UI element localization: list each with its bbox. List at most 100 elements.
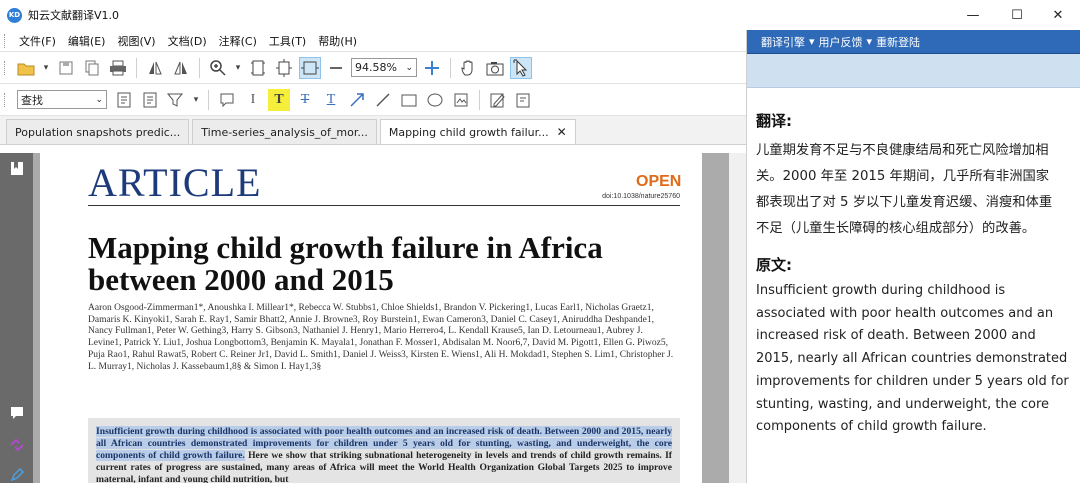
sign-icon[interactable] (487, 89, 509, 111)
article-doi: doi:10.1038/nature25760 (602, 193, 680, 200)
save-icon[interactable] (55, 57, 77, 79)
stamp-tool-icon[interactable] (450, 89, 472, 111)
menu-edit[interactable]: 编辑(E) (62, 33, 112, 49)
chevron-down-icon[interactable]: ▾ (809, 35, 815, 48)
minimize-btn[interactable]: — (951, 0, 995, 30)
hand-tool-icon[interactable] (458, 57, 480, 79)
relogin-link[interactable]: 重新登陆 (876, 34, 920, 50)
zoom-in-icon[interactable] (207, 57, 229, 79)
document-viewer: ARTICLE OPEN doi:10.1038/nature25760 Map… (0, 153, 746, 483)
tab-mapping-child-growth[interactable]: Mapping child growth failur... ✕ (379, 119, 576, 144)
flip-right-icon[interactable] (170, 57, 192, 79)
comment-icon[interactable] (216, 89, 238, 111)
search-select-value: 查找 (21, 93, 43, 107)
close-window-button[interactable]: ✕ (1036, 0, 1080, 30)
snapshot-icon[interactable] (484, 57, 506, 79)
translation-heading: 翻译: (756, 112, 792, 130)
menu-document[interactable]: 文档(D) (162, 33, 213, 49)
text-insert-icon[interactable]: I (242, 89, 264, 111)
rectangle-tool-icon[interactable] (398, 89, 420, 111)
translation-panel-bar: 翻译引擎 ▾ 用户反馈 ▾ 重新登陆 (747, 30, 1080, 54)
translation-engine-menu[interactable]: 翻译引擎 (761, 34, 805, 50)
arrow-tool-icon[interactable] (346, 89, 368, 111)
bookmark-icon[interactable] (9, 161, 24, 176)
toolbar-separator (199, 57, 200, 78)
original-line: Insufficient growth during childhood is (756, 283, 1006, 298)
reader-pane: 文件(F) 编辑(E) 视图(V) 文档(D) 注释(C) 工具(T) 帮助(H… (0, 30, 746, 483)
menu-help[interactable]: 帮助(H) (312, 33, 363, 49)
chevron-down-icon[interactable]: ▾ (191, 89, 201, 111)
vertical-scrollbar[interactable] (729, 153, 746, 483)
toolbar-separator (208, 89, 209, 110)
toolbar-grip[interactable] (4, 92, 7, 107)
search-select[interactable]: 查找 ⌄ (17, 90, 107, 109)
menu-annotate[interactable]: 注释(C) (213, 33, 263, 49)
zoom-level-select[interactable]: 94.58% ⌄ (351, 58, 417, 77)
main-toolbar: ▾ ▾ 94.58% ⌄ (0, 52, 746, 84)
tab-population-snapshots[interactable]: Population snapshots predic... (6, 119, 190, 144)
translation-line: 不足（儿童生长障碍的核心组成部分）的改善。 (756, 221, 1036, 236)
article-authors: Aaron Osgood-Zimmerman1*, Anoushka I. Mi… (88, 303, 674, 372)
chevron-down-icon[interactable]: ▾ (867, 35, 873, 48)
tab-label: Population snapshots predic... (15, 125, 181, 139)
article-header: ARTICLE (88, 160, 262, 205)
highlight-text-icon[interactable]: T (268, 88, 290, 111)
translation-line: 关。2000 年至 2015 年期间，几乎所有非洲国家 (756, 169, 1050, 184)
pdf-page: ARTICLE OPEN doi:10.1038/nature25760 Map… (40, 153, 702, 483)
zoom-out-icon[interactable] (325, 57, 347, 79)
original-line: 2015, nearly all African countries demon… (756, 351, 1068, 367)
close-tab-icon[interactable]: ✕ (557, 125, 567, 139)
ellipse-tool-icon[interactable] (424, 89, 446, 111)
underline-text-icon[interactable]: T (320, 89, 342, 111)
fit-width-icon[interactable] (299, 56, 321, 79)
translation-panel-band (747, 54, 1080, 88)
article-abstract[interactable]: Insufficient growth during childhood is … (96, 426, 672, 483)
left-sidebar (0, 153, 33, 483)
menu-bar: 文件(F) 编辑(E) 视图(V) 文档(D) 注释(C) 工具(T) 帮助(H… (0, 30, 746, 52)
print-icon[interactable] (107, 57, 129, 79)
toolbar-grip[interactable] (4, 60, 7, 75)
toolbar-grip[interactable] (4, 33, 7, 48)
maximize-button[interactable]: ☐ (995, 0, 1039, 30)
plus-zoom-icon[interactable] (421, 57, 443, 79)
pen-icon[interactable] (9, 467, 24, 482)
user-feedback-menu[interactable]: 用户反馈 (819, 34, 863, 50)
translation-line: 都表现出了对 5 岁以下儿童发育迟缓、消瘦和体重 (756, 195, 1053, 210)
links-icon[interactable] (9, 437, 24, 452)
fit-page-icon[interactable] (247, 57, 269, 79)
tab-label: Mapping child growth failur... (388, 125, 549, 139)
original-heading: 原文: (756, 256, 792, 274)
original-line: increased risk of death. Between 2000 an… (756, 328, 1036, 344)
strikethrough-icon[interactable]: T (294, 89, 316, 111)
comments-panel-icon[interactable] (9, 405, 24, 420)
find-next-icon[interactable] (139, 89, 161, 111)
tab-time-series-analysis[interactable]: Time-series_analysis_of_mor... (192, 119, 377, 144)
find-prev-icon[interactable] (113, 89, 135, 111)
flip-left-icon[interactable] (144, 57, 166, 79)
original-line: components of child growth failure. (756, 419, 987, 435)
toolbar-separator (136, 57, 137, 78)
menu-file[interactable]: 文件(F) (13, 33, 62, 49)
filter-icon[interactable] (165, 89, 187, 111)
fit-visible-icon[interactable] (273, 57, 295, 79)
toolbar-separator (450, 57, 451, 78)
original-line: stunting, wasting, and underweight, the … (756, 396, 1050, 412)
open-access-badge: OPEN (636, 173, 682, 190)
menu-tools[interactable]: 工具(T) (263, 33, 312, 49)
menu-view[interactable]: 视图(V) (111, 33, 161, 49)
app-window: KD 知云文献翻译V1.0 — ☐ ✕ 文件(F) 编辑(E) 视图(V) 文档… (0, 0, 1080, 483)
toolbar-separator (479, 89, 480, 110)
line-tool-icon[interactable] (372, 89, 394, 111)
translation-text: 儿童期发育不足与不良健康结局和死亡风险增加相 关。2000 年至 2015 年期… (756, 138, 1080, 242)
chevron-down-icon[interactable]: ▾ (41, 57, 51, 79)
copy-icon[interactable] (81, 57, 103, 79)
select-cursor-icon[interactable] (510, 56, 532, 79)
original-text: Insufficient growth during childhood is … (756, 280, 1080, 439)
open-folder-icon[interactable] (15, 57, 37, 79)
chevron-down-icon[interactable]: ▾ (233, 57, 243, 79)
app-logo-icon: KD (7, 7, 22, 23)
chevron-down-icon: ⌄ (405, 62, 413, 73)
document-tabs: Population snapshots predic... Time-seri… (0, 116, 746, 145)
tab-label: Time-series_analysis_of_mor... (201, 125, 368, 139)
edit-form-icon[interactable] (513, 89, 535, 111)
